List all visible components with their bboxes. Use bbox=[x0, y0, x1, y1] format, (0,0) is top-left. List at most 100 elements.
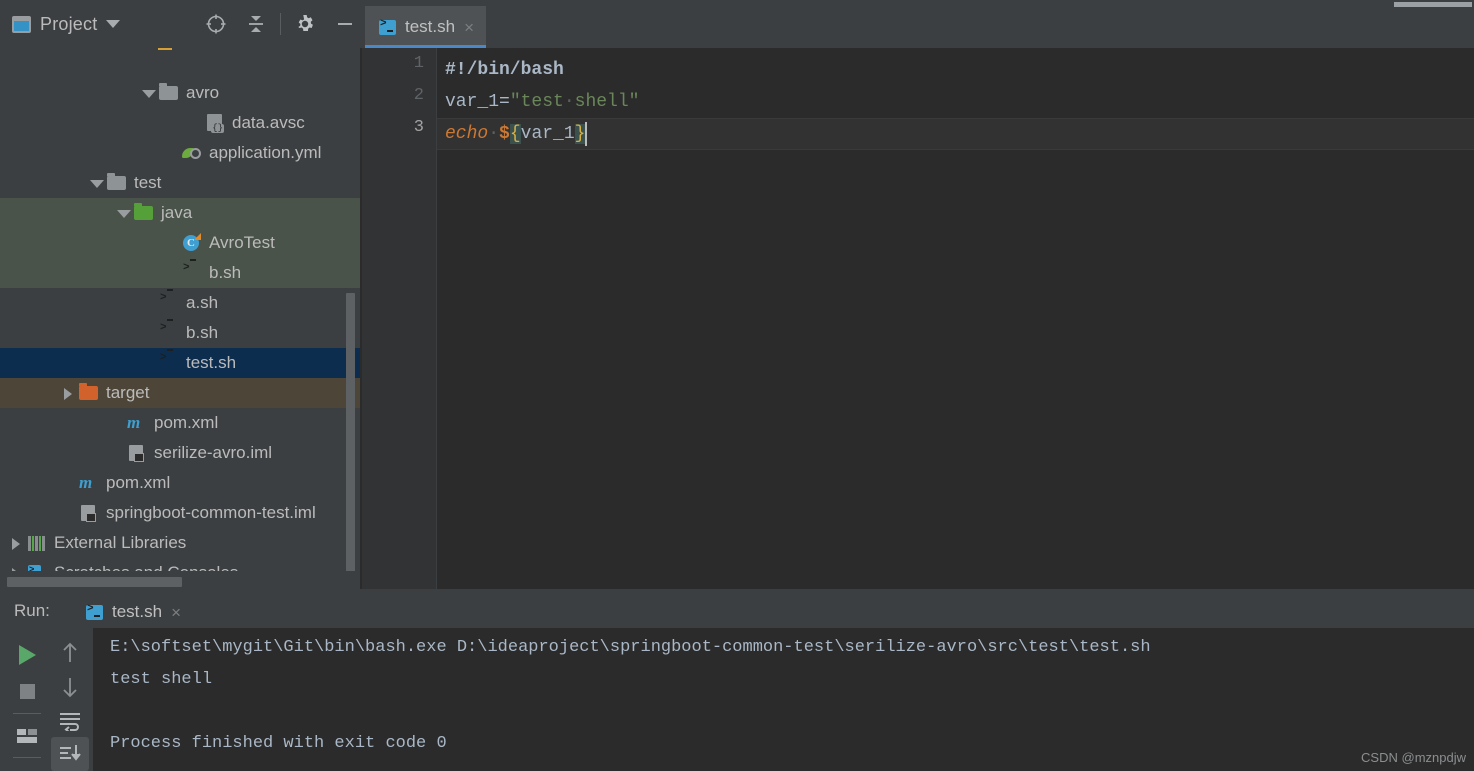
tree-row[interactable]: java bbox=[0, 198, 360, 228]
code-line[interactable]: var_1="test·shell" bbox=[445, 86, 639, 118]
line-number: 1 bbox=[413, 54, 424, 73]
tree-row[interactable]: application.yml bbox=[0, 138, 360, 168]
chevron-down-icon[interactable] bbox=[88, 175, 104, 191]
arrow-up-icon bbox=[63, 642, 77, 662]
hide-panel-button[interactable] bbox=[325, 4, 365, 44]
code-line[interactable]: #!/bin/bash bbox=[445, 54, 564, 86]
editor-tab-bar: test.sh × bbox=[362, 0, 1474, 48]
code-token: var_1 bbox=[520, 124, 575, 144]
soft-wrap-button[interactable] bbox=[51, 704, 89, 738]
shell-file-icon bbox=[86, 603, 103, 620]
rerun-button[interactable] bbox=[8, 636, 46, 673]
stop-button[interactable] bbox=[8, 673, 46, 710]
toolbar-divider bbox=[13, 713, 41, 714]
tree-row-label: b.sh bbox=[186, 323, 219, 342]
project-toolbar-actions bbox=[196, 0, 365, 48]
tree-row[interactable]: a.sh bbox=[0, 288, 360, 318]
tree-row[interactable]: test.sh bbox=[0, 348, 360, 378]
folder-green-icon bbox=[134, 203, 154, 222]
console-line: test shell bbox=[110, 670, 213, 689]
chevron-down-icon[interactable] bbox=[115, 205, 131, 221]
code-token: var_1= bbox=[445, 92, 510, 112]
console-line: E:\softset\mygit\Git\bin\bash.exe D:\ide… bbox=[110, 638, 1151, 657]
shell-file-icon bbox=[379, 18, 396, 35]
project-view-selector[interactable]: Project bbox=[12, 14, 121, 35]
tree-horizontal-scrollbar[interactable] bbox=[7, 577, 182, 587]
chevron-down-icon[interactable] bbox=[106, 20, 121, 28]
code-token: $ bbox=[499, 124, 510, 144]
close-icon[interactable]: × bbox=[171, 604, 181, 621]
chevron-down-icon[interactable] bbox=[140, 85, 156, 101]
toolbar-divider bbox=[280, 13, 281, 35]
run-console[interactable]: E:\softset\mygit\Git\bin\bash.exe D:\ide… bbox=[92, 628, 1474, 771]
shell-file-icon bbox=[182, 264, 202, 282]
layout-icon bbox=[17, 728, 37, 743]
tab-test-sh[interactable]: test.sh × bbox=[365, 6, 487, 48]
tree-row-partial[interactable] bbox=[0, 48, 360, 56]
tree-row[interactable]: C AvroTest bbox=[0, 228, 360, 258]
run-panel-header: Run: test.sh × bbox=[0, 593, 1474, 631]
tree-row[interactable]: springboot-common-test.iml bbox=[0, 498, 360, 528]
project-tree[interactable]: avro data.avsc application.yml test java C Avr… bbox=[0, 48, 360, 571]
shell-file-icon bbox=[159, 294, 179, 312]
scratches-icon: >_ bbox=[27, 564, 47, 571]
tree-row-label: pom.xml bbox=[106, 473, 171, 492]
watermark: CSDN @mznpdjw bbox=[1361, 750, 1466, 765]
tree-vertical-scrollbar[interactable] bbox=[346, 293, 355, 580]
code-token: shell" bbox=[574, 92, 640, 112]
iml-file-icon bbox=[127, 444, 147, 462]
layout-settings-button[interactable] bbox=[8, 717, 46, 754]
tree-row-label: a.sh bbox=[186, 293, 219, 312]
current-line-highlight bbox=[437, 118, 1474, 150]
scroll-to-end-button[interactable] bbox=[51, 737, 89, 771]
run-tab-test-sh[interactable]: test.sh × bbox=[78, 596, 190, 631]
chevron-right-icon[interactable] bbox=[60, 385, 76, 401]
editor-gutter: 1 2 3 bbox=[362, 48, 436, 589]
scroll-to-end-icon bbox=[60, 745, 81, 761]
shell-file-icon bbox=[159, 324, 179, 342]
tree-row[interactable]: b.sh bbox=[0, 258, 360, 288]
tree-row[interactable]: m pom.xml bbox=[0, 408, 360, 438]
locate-file-button[interactable] bbox=[196, 4, 236, 44]
tree-row[interactable]: test bbox=[0, 168, 360, 198]
collapse-all-icon bbox=[249, 16, 263, 32]
line-number: 3 bbox=[413, 118, 424, 137]
previous-occurrence-button[interactable] bbox=[51, 636, 89, 670]
run-label: Run: bbox=[14, 601, 50, 620]
run-toolbar-primary bbox=[6, 628, 48, 771]
tree-row[interactable]: avro bbox=[0, 78, 360, 108]
avsc-file-icon bbox=[205, 114, 225, 133]
project-view-icon bbox=[12, 15, 31, 33]
settings-button[interactable] bbox=[285, 4, 325, 44]
minus-icon bbox=[338, 23, 352, 25]
iml-file-icon bbox=[79, 504, 99, 522]
code-token: "test bbox=[509, 92, 564, 112]
tree-row[interactable]: serilize-avro.iml bbox=[0, 438, 360, 468]
tree-row[interactable]: >_ Scratches and Consoles bbox=[0, 558, 360, 571]
tree-row-label: java bbox=[161, 203, 193, 222]
code-content[interactable]: #!/bin/bash var_1="test·shell" echo·${var_… bbox=[437, 48, 1474, 589]
tree-row-label: target bbox=[106, 383, 150, 402]
tree-row[interactable]: External Libraries bbox=[0, 528, 360, 558]
close-icon[interactable]: × bbox=[464, 19, 474, 36]
code-line[interactable]: echo·${var_1} bbox=[445, 118, 586, 150]
tree-row-label: AvroTest bbox=[209, 233, 275, 252]
line-number: 2 bbox=[413, 86, 424, 105]
tree-row[interactable]: m pom.xml bbox=[0, 468, 360, 498]
tree-row[interactable]: data.avsc bbox=[0, 108, 360, 138]
chevron-right-icon[interactable] bbox=[8, 535, 24, 551]
maven-file-icon: m bbox=[127, 413, 141, 432]
partial-cutoff-icon bbox=[140, 48, 172, 59]
console-border bbox=[92, 628, 93, 771]
code-editor[interactable]: 1 2 3 #!/bin/bash var_1="test·shell" echo·${… bbox=[362, 48, 1474, 589]
next-occurrence-button[interactable] bbox=[51, 670, 89, 704]
code-token: } bbox=[574, 124, 586, 144]
soft-wrap-icon bbox=[60, 713, 80, 732]
run-tool-window: Run: test.sh × bbox=[0, 593, 1474, 771]
collapse-all-button[interactable] bbox=[236, 4, 276, 44]
tree-row[interactable]: b.sh bbox=[0, 318, 360, 348]
tree-row[interactable]: target bbox=[0, 378, 360, 408]
toolbar-divider bbox=[13, 757, 41, 758]
